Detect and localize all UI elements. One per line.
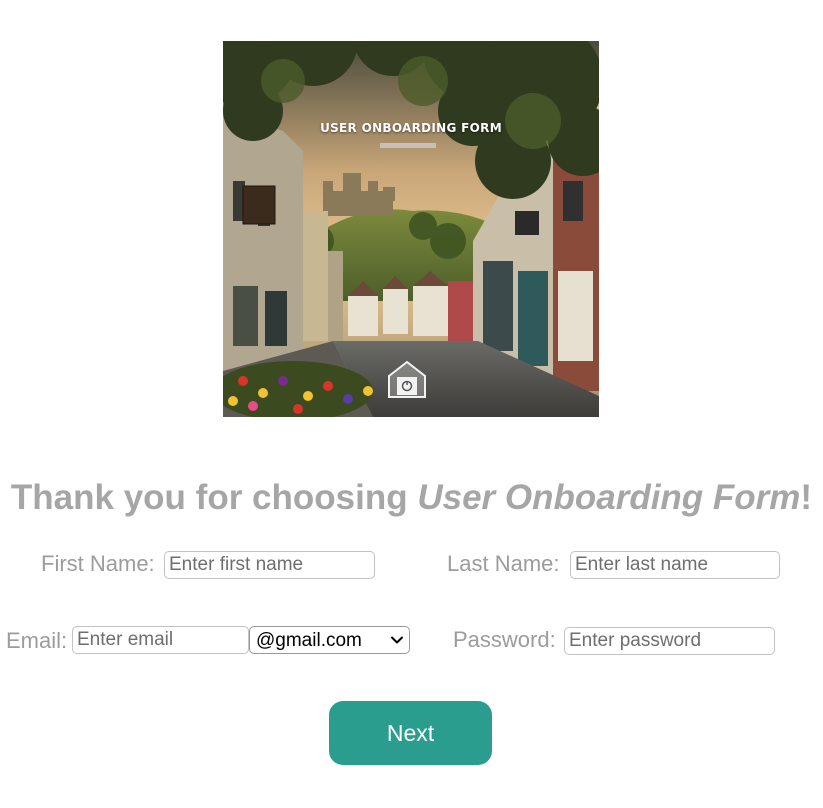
first-name-input[interactable] — [164, 551, 375, 579]
heading-prefix: Thank you for choosing — [10, 478, 418, 517]
first-name-label: First Name: — [41, 551, 155, 576]
onboarding-page: USER ONBOARDING FORM Thank you for choos… — [0, 0, 823, 808]
hero-title: USER ONBOARDING FORM — [320, 121, 502, 135]
email-input[interactable] — [72, 626, 249, 654]
hero-title-underline — [380, 143, 436, 148]
next-button[interactable]: Next — [329, 701, 492, 765]
password-input[interactable] — [564, 627, 775, 655]
password-label: Password: — [453, 627, 556, 652]
welcome-heading: Thank you for choosing User Onboarding F… — [0, 478, 823, 518]
hero-image: USER ONBOARDING FORM — [223, 41, 599, 417]
heading-app-name: User Onboarding Form — [417, 478, 801, 517]
heading-suffix: ! — [800, 478, 813, 517]
house-badge-icon — [388, 360, 426, 398]
email-label: Email: — [6, 628, 68, 653]
last-name-input[interactable] — [570, 551, 780, 579]
email-domain-select[interactable]: @gmail.com — [249, 626, 410, 654]
last-name-label: Last Name: — [447, 551, 560, 576]
email-domain-select-wrapper: @gmail.com — [249, 626, 410, 654]
